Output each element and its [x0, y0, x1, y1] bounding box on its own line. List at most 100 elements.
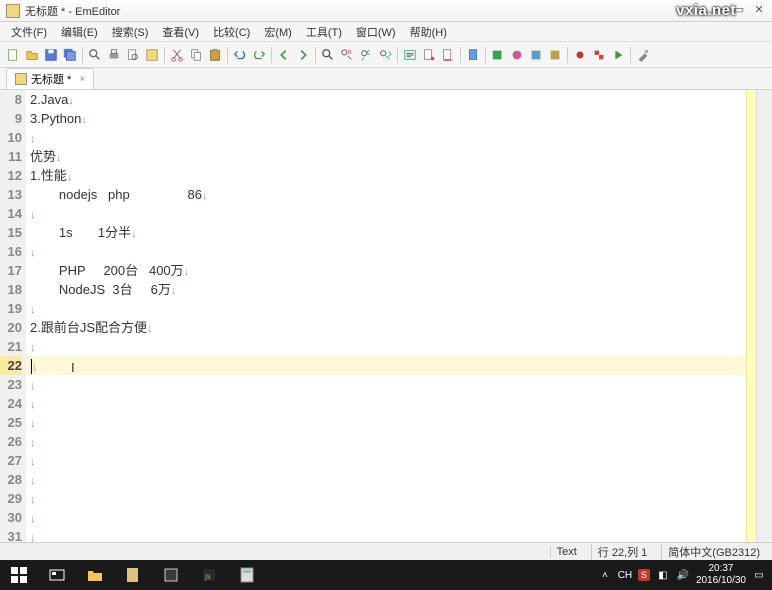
app1-icon[interactable]: [114, 560, 152, 590]
menu-tools[interactable]: 工具(T): [299, 22, 349, 42]
editor-line[interactable]: ↓: [26, 128, 746, 147]
menu-window[interactable]: 窗口(W): [349, 22, 403, 42]
editor-line[interactable]: ↓: [26, 204, 746, 223]
calculator-icon[interactable]: [228, 560, 266, 590]
app-icon-tb[interactable]: [143, 46, 161, 64]
maximize-button[interactable]: ▭: [730, 4, 748, 18]
replace-icon[interactable]: R: [338, 46, 356, 64]
line-number: 24: [0, 394, 22, 413]
copy-icon[interactable]: [187, 46, 205, 64]
editor-line[interactable]: ↓: [26, 451, 746, 470]
clock-time: 20:37: [696, 563, 746, 575]
clock[interactable]: 20:37 2016/10/30: [696, 563, 746, 587]
menu-help[interactable]: 帮助(H): [403, 22, 454, 42]
editor-line[interactable]: ↓: [26, 337, 746, 356]
close-button[interactable]: ✕: [750, 4, 768, 18]
editor-line[interactable]: NodeJS 3台 6万↓: [26, 280, 746, 299]
new-icon[interactable]: [4, 46, 22, 64]
batch-icon[interactable]: [590, 46, 608, 64]
tab-untitled[interactable]: 无标题 * ×: [6, 68, 94, 89]
plugin1-icon[interactable]: [489, 46, 507, 64]
findnext-icon[interactable]: [376, 46, 394, 64]
find-icon[interactable]: [319, 46, 337, 64]
cut-icon[interactable]: [168, 46, 186, 64]
eol-icon: ↓: [68, 95, 74, 107]
editor-line[interactable]: PHP 200台 400万↓: [26, 261, 746, 280]
eol-icon: ↓: [147, 323, 153, 335]
editor-line[interactable]: 2.跟前台JS配合方便↓: [26, 318, 746, 337]
menu-macro[interactable]: 宏(M): [257, 22, 299, 42]
line-number: 17: [0, 261, 22, 280]
editor-line[interactable]: ↓: [26, 413, 746, 432]
plugin2-icon[interactable]: [508, 46, 526, 64]
vertical-scrollbar[interactable]: [756, 90, 772, 542]
menu-edit[interactable]: 编辑(E): [54, 22, 105, 42]
tab-label: 无标题 *: [31, 71, 71, 87]
forward-icon[interactable]: [294, 46, 312, 64]
menu-file[interactable]: 文件(F): [4, 22, 54, 42]
editor-line[interactable]: ↓: [26, 508, 746, 527]
preview-icon[interactable]: [124, 46, 142, 64]
undo-icon[interactable]: [231, 46, 249, 64]
line-number: 27: [0, 451, 22, 470]
saveall-icon[interactable]: [61, 46, 79, 64]
play-icon[interactable]: [609, 46, 627, 64]
eol-icon: ↓: [30, 342, 36, 354]
editor-line[interactable]: ↓: [26, 242, 746, 261]
editor-line[interactable]: 2.Java↓: [26, 90, 746, 109]
print-icon[interactable]: [105, 46, 123, 64]
minimize-button[interactable]: ─: [710, 4, 728, 18]
line-number: 30: [0, 508, 22, 527]
marker-icon[interactable]: [420, 46, 438, 64]
start-button[interactable]: [0, 560, 38, 590]
paste-icon[interactable]: [206, 46, 224, 64]
line-number: 11: [0, 147, 22, 166]
eol-icon: ↓: [30, 456, 36, 468]
search-icon[interactable]: [86, 46, 104, 64]
editor-line[interactable]: 3.Python↓: [26, 109, 746, 128]
app-icon: [6, 4, 20, 18]
text-area[interactable]: I 2.Java↓3.Python↓↓优势↓1.性能↓ nodejs php 8…: [26, 90, 746, 542]
tab-close-icon[interactable]: ×: [79, 74, 85, 85]
line-number: 31: [0, 527, 22, 546]
editor-line[interactable]: ↓: [26, 394, 746, 413]
plugin4-icon[interactable]: [546, 46, 564, 64]
line-number: 20: [0, 318, 22, 337]
plugin3-icon[interactable]: [527, 46, 545, 64]
record-icon[interactable]: [571, 46, 589, 64]
eol-icon: ↓: [30, 475, 36, 487]
line-number: 28: [0, 470, 22, 489]
back-icon[interactable]: [275, 46, 293, 64]
line-number: 14: [0, 204, 22, 223]
tools-icon[interactable]: [634, 46, 652, 64]
app3-icon[interactable]: js: [190, 560, 228, 590]
taskview-icon[interactable]: [38, 560, 76, 590]
editor-line[interactable]: ↓: [26, 489, 746, 508]
findprev-icon[interactable]: [357, 46, 375, 64]
menu-compare[interactable]: 比较(C): [206, 22, 257, 42]
redo-icon[interactable]: [250, 46, 268, 64]
eol-icon: ↓: [30, 304, 36, 316]
menu-view[interactable]: 查看(V): [155, 22, 206, 42]
ime-method-icon[interactable]: S: [638, 569, 650, 581]
save-icon[interactable]: [42, 46, 60, 64]
wordwrap-icon[interactable]: [401, 46, 419, 64]
bookmark-icon[interactable]: [464, 46, 482, 64]
editor-line[interactable]: 1s 1分半↓: [26, 223, 746, 242]
open-icon[interactable]: [23, 46, 41, 64]
editor-line[interactable]: ↓: [26, 375, 746, 394]
editor-line[interactable]: 1.性能↓: [26, 166, 746, 185]
wrap-off-icon[interactable]: [439, 46, 457, 64]
menu-search[interactable]: 搜索(S): [105, 22, 156, 42]
editor-line[interactable]: ↓: [26, 470, 746, 489]
editor-line[interactable]: ↓: [26, 432, 746, 451]
app2-icon[interactable]: [152, 560, 190, 590]
editor-line[interactable]: ↓: [26, 299, 746, 318]
line-number: 16: [0, 242, 22, 261]
editor-line[interactable]: nodejs php 86↓: [26, 185, 746, 204]
editor-line[interactable]: 优势↓: [26, 147, 746, 166]
editor-line[interactable]: ↓: [26, 527, 746, 546]
line-number: 9: [0, 109, 22, 128]
editor-line[interactable]: ↓: [26, 356, 746, 375]
explorer-icon[interactable]: [76, 560, 114, 590]
